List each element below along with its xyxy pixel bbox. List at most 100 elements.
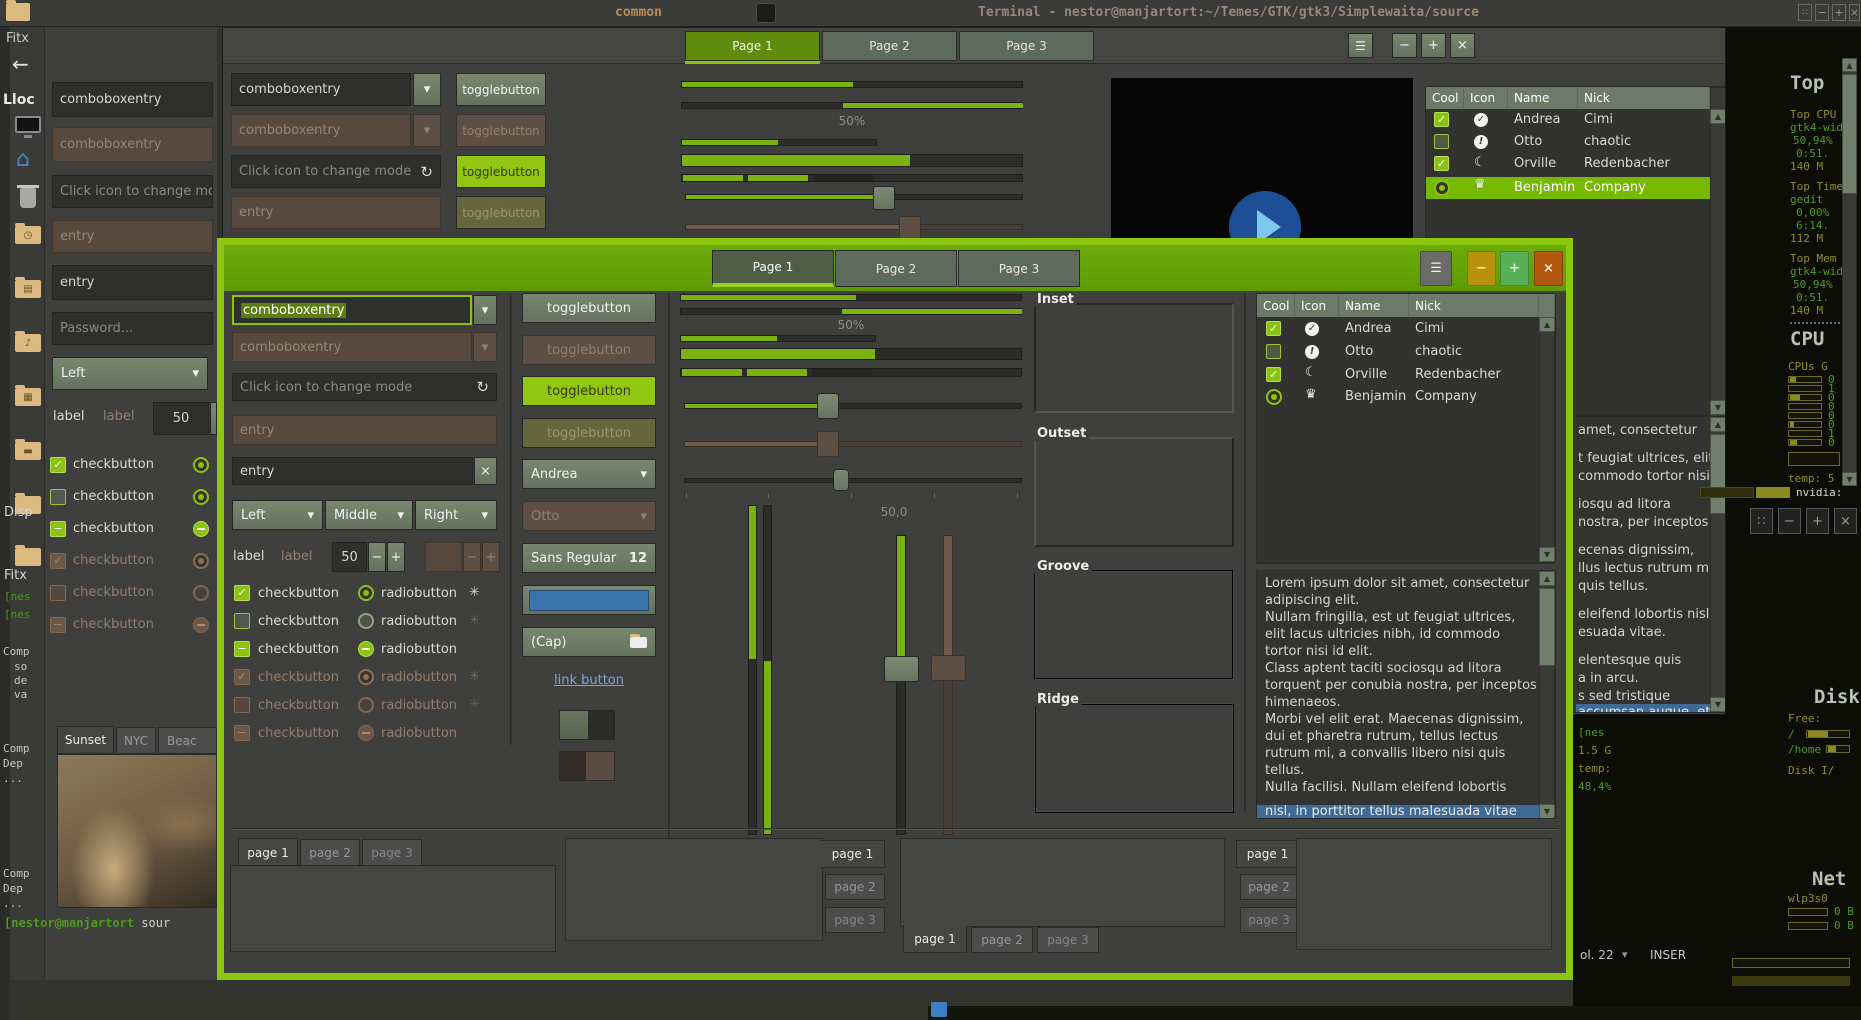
file-chooser-button[interactable]: (Cap) bbox=[522, 627, 656, 657]
spinbutton-value[interactable]: 50 bbox=[332, 542, 367, 572]
dropdown-button[interactable]: ▾ bbox=[413, 73, 441, 106]
tree-row-selected[interactable] bbox=[1426, 177, 1726, 199]
folder-documents-icon[interactable]: ▤ bbox=[15, 280, 41, 298]
bg-close-button[interactable]: × bbox=[1450, 33, 1475, 58]
scale-track[interactable] bbox=[685, 194, 1023, 200]
tree-col-nick[interactable]: Nick bbox=[1409, 294, 1539, 317]
tree-cell-nick[interactable]: Cimi bbox=[1584, 112, 1613, 128]
clear-entry-button[interactable]: × bbox=[474, 457, 497, 485]
notebook3-tab-page2[interactable]: page 2 bbox=[971, 927, 1033, 953]
radiobutton-unselected[interactable] bbox=[358, 613, 374, 629]
togglebutton-active[interactable]: togglebutton bbox=[522, 376, 656, 406]
bg-maximize-button[interactable]: + bbox=[1421, 33, 1446, 58]
togglebutton[interactable]: togglebutton bbox=[522, 293, 656, 323]
bg-tab-page2[interactable]: Page 2 bbox=[822, 31, 957, 61]
tree-check[interactable] bbox=[1434, 134, 1449, 149]
scale-track-marks[interactable] bbox=[684, 478, 1022, 483]
tree-radio[interactable] bbox=[1266, 389, 1282, 405]
scroll-up-button[interactable]: ▲ bbox=[1842, 58, 1857, 72]
radiobutton-mixed[interactable] bbox=[193, 521, 209, 537]
bg-menu-button[interactable]: ☰ bbox=[1348, 33, 1373, 58]
color-button[interactable] bbox=[522, 585, 656, 615]
refresh-icon[interactable]: ↻ bbox=[476, 378, 489, 396]
tree-check[interactable]: ✓ bbox=[1434, 156, 1449, 171]
tab-page3[interactable]: Page 3 bbox=[958, 250, 1080, 287]
notebook1-tab-page3[interactable]: page 3 bbox=[362, 839, 422, 866]
notebook1-tab-page2[interactable]: page 2 bbox=[300, 839, 360, 866]
notebook2-tab-page3[interactable]: page 3 bbox=[825, 907, 885, 933]
tree-check[interactable]: ✓ bbox=[1266, 367, 1281, 382]
scroll-up-button[interactable]: ▲ bbox=[1710, 417, 1726, 432]
tree-cell-nick[interactable]: Company bbox=[1584, 180, 1646, 196]
maximize-button[interactable]: + bbox=[1500, 251, 1529, 286]
folder-videos-icon[interactable]: ▬ bbox=[15, 442, 41, 460]
togglebutton[interactable]: togglebutton bbox=[456, 73, 546, 106]
radiobutton-selected[interactable] bbox=[358, 585, 374, 601]
dropdown-button[interactable]: ▾ bbox=[473, 295, 497, 325]
tab-nyc[interactable]: NYC bbox=[116, 727, 156, 754]
textview[interactable]: Lorem ipsum dolor sit amet, consectetur … bbox=[1256, 570, 1556, 819]
close-button[interactable]: × bbox=[1534, 251, 1563, 286]
scroll-slider[interactable] bbox=[1710, 434, 1726, 514]
switch-off[interactable] bbox=[559, 710, 615, 740]
right-combobox[interactable]: Right▾ bbox=[415, 500, 497, 530]
scroll-down-button[interactable]: ▼ bbox=[1710, 697, 1726, 712]
bg-tab-page1[interactable]: Page 1 bbox=[685, 31, 820, 61]
panel-minimize-button[interactable]: − bbox=[1815, 4, 1829, 21]
trash-icon[interactable] bbox=[20, 188, 36, 208]
taskbar-app-icon[interactable] bbox=[931, 1002, 947, 1017]
tree-cell-name[interactable]: Andrea bbox=[1345, 321, 1391, 337]
scale-handle[interactable] bbox=[817, 393, 839, 419]
ghost-maximize-button[interactable]: + bbox=[1806, 508, 1829, 534]
folder-recent-icon[interactable]: ◷ bbox=[15, 226, 41, 244]
computer-icon[interactable] bbox=[15, 116, 41, 133]
mode-entry[interactable]: Click icon to change mode bbox=[52, 175, 213, 208]
tree-cell-name[interactable]: Otto bbox=[1345, 344, 1373, 360]
folder-icon[interactable] bbox=[15, 548, 41, 566]
terminal-app-icon[interactable] bbox=[756, 3, 776, 23]
font-button[interactable]: Sans Regular12 bbox=[522, 543, 656, 573]
menu-button[interactable]: ☰ bbox=[1420, 251, 1452, 286]
tree-cell-nick[interactable]: chaotic bbox=[1584, 134, 1631, 150]
scale-track[interactable] bbox=[684, 403, 1022, 409]
tree-cell-nick[interactable]: Redenbacher bbox=[1415, 367, 1501, 383]
mode-entry[interactable]: Click icon to change mode↻ bbox=[231, 155, 441, 188]
ghost-restore-button[interactable]: ∷ bbox=[1750, 508, 1773, 534]
tab-sunset[interactable]: Sunset bbox=[57, 726, 114, 754]
spinbutton-value[interactable]: 50 bbox=[153, 402, 209, 435]
link-button[interactable]: link button bbox=[522, 673, 656, 688]
ghost-close-button[interactable]: × bbox=[1834, 508, 1857, 534]
notebook3-tab-page1[interactable]: page 1 bbox=[903, 925, 967, 953]
tree-cell-name[interactable]: Andrea bbox=[1514, 112, 1560, 128]
scroll-slider[interactable] bbox=[1539, 588, 1555, 666]
comboboxentry-input[interactable]: comboboxentry bbox=[52, 82, 213, 117]
radiobutton-mixed[interactable] bbox=[358, 641, 374, 657]
tree-check[interactable] bbox=[1266, 344, 1281, 359]
link-label[interactable]: link button bbox=[554, 673, 624, 688]
minimize-button[interactable]: − bbox=[1467, 251, 1496, 286]
mode-entry[interactable]: Click icon to change mode↻ bbox=[232, 373, 497, 401]
checkbutton-mixed[interactable]: − bbox=[234, 641, 250, 657]
vertical-scale-handle[interactable] bbox=[884, 656, 919, 682]
notebook4-tab-page2[interactable]: page 2 bbox=[1240, 874, 1298, 900]
spin-plus-button[interactable]: + bbox=[387, 542, 405, 572]
radiobutton-selected[interactable] bbox=[193, 489, 209, 505]
password-field[interactable]: Password... bbox=[52, 312, 213, 345]
tree-cell-name[interactable]: Benjamin bbox=[1514, 180, 1575, 196]
notebook3-tab-page3[interactable]: page 3 bbox=[1037, 927, 1099, 953]
folder-pictures-icon[interactable]: ▦ bbox=[15, 388, 41, 406]
scale-handle[interactable] bbox=[873, 186, 895, 210]
scroll-up-button[interactable]: ▲ bbox=[1710, 109, 1726, 124]
tree-col-name[interactable]: Name bbox=[1339, 294, 1409, 317]
tree-scrollbar[interactable] bbox=[1539, 317, 1555, 563]
entry-input[interactable]: entry bbox=[232, 457, 473, 485]
folder-music-icon[interactable]: ♪ bbox=[15, 334, 41, 352]
spin-minus-button[interactable] bbox=[210, 402, 217, 435]
comboboxentry-input[interactable]: comboboxentry bbox=[231, 73, 411, 106]
scroll-slider[interactable] bbox=[1842, 74, 1857, 194]
chevron-down-icon[interactable]: ▾ bbox=[1622, 948, 1628, 961]
back-arrow-icon[interactable]: ← bbox=[12, 52, 29, 76]
left-combobox[interactable]: Left▾ bbox=[232, 500, 323, 530]
filemanager-menu-file[interactable]: Fitx bbox=[6, 31, 29, 46]
notebook2-tab-page1[interactable]: page 1 bbox=[821, 840, 885, 868]
